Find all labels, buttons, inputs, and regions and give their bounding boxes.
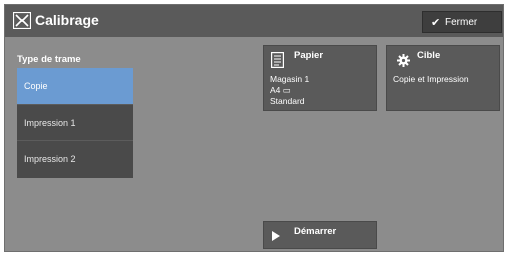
paper-title: Papier [294, 50, 324, 61]
screen-type-label: Type de trame [17, 54, 81, 65]
close-button[interactable]: ✔ Fermer [422, 11, 502, 33]
paper-button[interactable]: Papier Magasin 1 A4 ▭ Standard [263, 45, 377, 111]
target-value: Copie et Impression [393, 74, 469, 84]
paper-type: Standard [270, 96, 305, 106]
list-item-impression-2[interactable]: Impression 2 [17, 140, 133, 176]
start-button[interactable]: Démarrer [263, 221, 377, 249]
screen-type-list: Copie Impression 1 Impression 2 [17, 68, 133, 178]
target-title: Cible [417, 50, 441, 61]
calibration-screen: Calibrage ✔ Fermer Type de trame Copie I… [4, 4, 504, 252]
title-bar: Calibrage ✔ Fermer [5, 5, 503, 37]
document-icon [271, 52, 284, 68]
list-item-impression-1[interactable]: Impression 1 [17, 104, 133, 140]
paper-tray: Magasin 1 [270, 74, 310, 84]
play-icon [272, 231, 280, 241]
paper-size: A4 ▭ [270, 85, 291, 95]
gear-icon [397, 54, 410, 67]
list-item-copie[interactable]: Copie [17, 68, 133, 104]
calibration-icon [13, 12, 31, 29]
close-button-label: Fermer [445, 17, 478, 28]
checkmark-icon: ✔ [431, 17, 441, 29]
page-title: Calibrage [35, 12, 99, 28]
start-button-label: Démarrer [294, 226, 337, 237]
target-button[interactable]: Cible Copie et Impression [386, 45, 500, 111]
